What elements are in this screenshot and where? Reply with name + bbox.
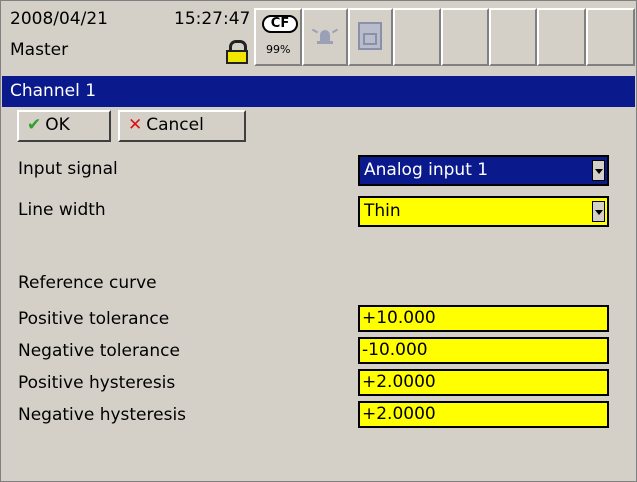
cancel-label: Cancel [146, 115, 204, 135]
alarm-status[interactable] [302, 8, 348, 66]
check-icon: ✔ [27, 115, 42, 135]
status-slot-3 [489, 8, 537, 66]
line-width-label: Line width [18, 200, 106, 220]
cf-card-icon: CF [262, 15, 298, 33]
cancel-button[interactable]: ✕ Cancel [118, 110, 246, 142]
close-icon: ✕ [128, 115, 143, 135]
negative-hysteresis-label: Negative hysteresis [18, 405, 187, 425]
page-title: Channel 1 [2, 76, 635, 107]
line-width-select[interactable]: Thin [358, 196, 609, 227]
status-slot-4 [537, 8, 586, 66]
alarm-icon [311, 24, 339, 50]
cf-usage: 99% [266, 43, 291, 56]
ok-button[interactable]: ✔ OK [17, 110, 111, 142]
ok-label: OK [45, 115, 70, 135]
input-signal-value: Analog input 1 [364, 160, 489, 180]
chevron-down-icon[interactable] [592, 160, 605, 181]
status-user: Master [10, 40, 69, 60]
positive-hysteresis-input[interactable]: +2.0000 [358, 369, 609, 396]
memory-icon [358, 22, 382, 50]
input-signal-label: Input signal [18, 159, 118, 179]
status-date: 2008/04/21 [10, 9, 108, 29]
lock-icon [226, 40, 248, 64]
status-time: 15:27:47 [174, 9, 251, 29]
positive-tolerance-input[interactable]: +10.000 [358, 305, 609, 332]
negative-hysteresis-input[interactable]: +2.0000 [358, 401, 609, 428]
positive-tolerance-label: Positive tolerance [18, 309, 170, 329]
status-info: 2008/04/21 15:27:47 Master [8, 8, 258, 66]
negative-tolerance-label: Negative tolerance [18, 341, 180, 361]
chevron-down-icon[interactable] [592, 201, 605, 222]
memory-status[interactable] [348, 8, 393, 66]
reference-curve-label: Reference curve [18, 273, 157, 293]
status-bar: 2008/04/21 15:27:47 Master CF 99% [2, 2, 635, 70]
line-width-value: Thin [364, 201, 401, 221]
positive-hysteresis-label: Positive hysteresis [18, 373, 176, 393]
negative-tolerance-input[interactable]: -10.000 [358, 337, 609, 364]
status-slot-2 [441, 8, 489, 66]
cf-card-status[interactable]: CF 99% [254, 8, 302, 66]
status-slot-1 [393, 8, 441, 66]
status-slot-5 [586, 8, 635, 66]
input-signal-select[interactable]: Analog input 1 [358, 155, 609, 186]
